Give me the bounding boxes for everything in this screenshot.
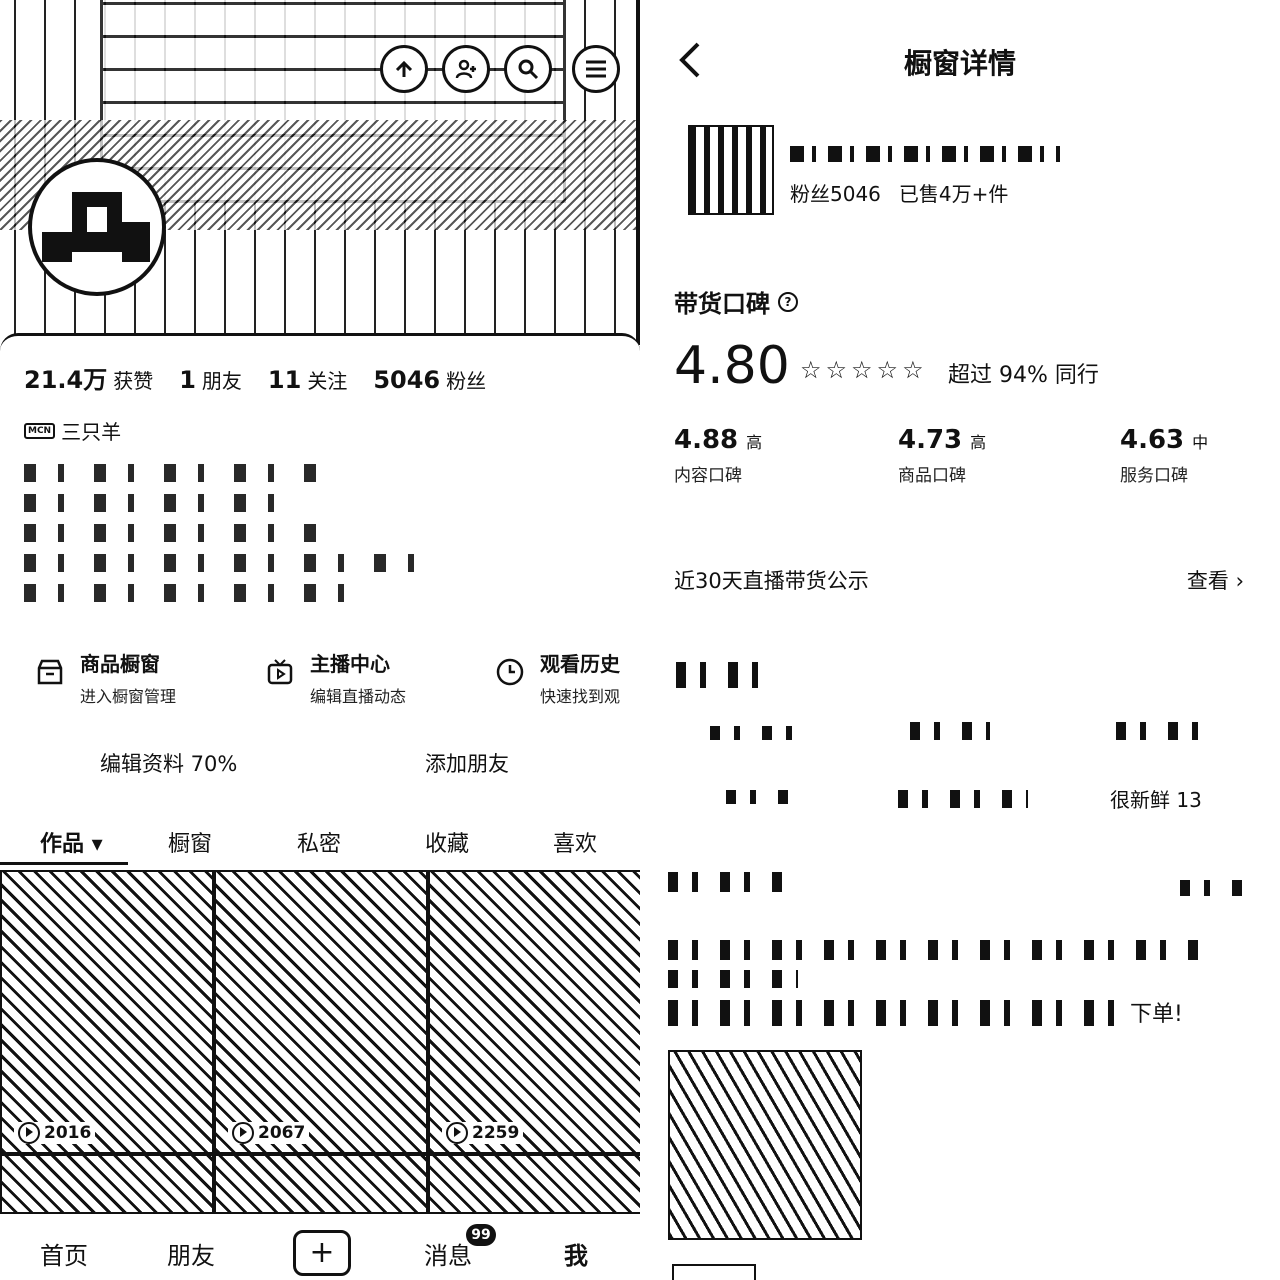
subscore-content: 4.88 高 内容口碑 [674, 425, 763, 486]
review-tag [910, 722, 990, 740]
page-title: 橱窗详情 [903, 47, 1016, 80]
video-tile[interactable] [428, 1154, 640, 1218]
video-tile[interactable] [0, 1154, 214, 1218]
review-text-line [668, 940, 1198, 960]
search-icon[interactable] [504, 45, 552, 93]
reputation-score: 4.80 [674, 336, 790, 396]
create-button[interactable]: + [293, 1230, 351, 1276]
message-badge: 99 [466, 1224, 496, 1246]
review-section-heading [676, 662, 760, 688]
shop-avatar[interactable] [688, 125, 774, 215]
star-icon: ☆ [800, 356, 822, 384]
beat-peers-text: 超过 94% 同行 [948, 363, 1099, 388]
next-review-avatar [672, 1264, 756, 1280]
plus-icon: + [309, 1235, 335, 1270]
review-tag [898, 790, 1028, 808]
video-tile[interactable]: 2016 [0, 870, 214, 1154]
video-tile[interactable]: 2067 [214, 870, 428, 1154]
play-count: 2016 [14, 1122, 96, 1144]
tab-works[interactable]: 作品 ▾ [40, 826, 103, 858]
shortcut-watch-history[interactable]: 观看历史 快速找到观 [494, 648, 640, 707]
video-tile[interactable] [214, 1154, 428, 1218]
tab-likes[interactable]: 喜欢 [553, 826, 597, 858]
help-icon[interactable]: ? [778, 291, 798, 312]
mcn-name: 三只羊 [61, 420, 122, 444]
reputation-title: 带货口碑 ? [674, 284, 798, 319]
review-date [1180, 880, 1256, 896]
play-icon [18, 1122, 40, 1144]
nav-me[interactable]: 我 [564, 1236, 588, 1271]
review-tag-fresh[interactable]: 很新鲜 13 [1110, 784, 1202, 813]
showcase-detail-pane: 橱窗详情 粉丝5046 已售4万+件 带货口碑 ? 4.80 ☆ ☆ ☆ ☆ ☆ 超过 9… [640, 0, 1280, 1280]
stat-likes[interactable]: 21.4万 获赞 [24, 360, 153, 395]
star-icon: ☆ [902, 356, 924, 384]
edit-profile-button[interactable]: 编辑资料 70% [100, 748, 237, 778]
review-tag [726, 790, 788, 804]
stat-following[interactable]: 11 关注 [268, 365, 347, 394]
star-rating: ☆ ☆ ☆ ☆ ☆ [800, 356, 924, 384]
shop-sold: 已售4万+件 [898, 182, 1009, 206]
play-icon [232, 1122, 254, 1144]
profile-stats: 21.4万 获赞 1 朋友 11 关注 5046 粉丝 [24, 360, 486, 395]
video-grid: 2016 2067 2259 [0, 870, 640, 1218]
content-tabs: 作品 ▾ 橱窗 私密 收藏 喜欢 [0, 826, 640, 866]
play-icon [446, 1122, 468, 1144]
profile-pane: 21.4万 获赞 1 朋友 11 关注 5046 粉丝 MCN 三只羊 商品橱窗 进入橱窗… [0, 0, 640, 1280]
review-photo[interactable] [668, 1050, 862, 1240]
reviewer-name [668, 872, 788, 892]
mcn-row[interactable]: MCN 三只羊 [24, 416, 121, 445]
clock-icon [496, 658, 524, 686]
avatar[interactable] [28, 158, 166, 296]
review-text-line [668, 970, 798, 988]
subscore-product: 4.73 高 商品口碑 [898, 425, 987, 486]
share-icon[interactable] [380, 45, 428, 93]
nav-messages[interactable]: 消息 [424, 1236, 472, 1271]
play-count: 2259 [442, 1122, 524, 1144]
stat-followers[interactable]: 5046 粉丝 [373, 365, 486, 394]
view-link[interactable]: 查看 › [1187, 565, 1244, 595]
shortcut-anchor-center[interactable]: 主播中心 编辑直播动态 [264, 648, 494, 707]
nav-friends[interactable]: 朋友 [167, 1236, 215, 1271]
subscore-service: 4.63 中 服务口碑 [1120, 425, 1209, 486]
live-sales-title: 近30天直播带货公示 [674, 569, 869, 593]
live-sales-row[interactable]: 近30天直播带货公示 查看 › [674, 565, 1244, 595]
menu-icon[interactable] [572, 45, 620, 93]
storefront-icon [37, 659, 63, 685]
stat-friends[interactable]: 1 朋友 [179, 365, 242, 394]
play-count: 2067 [228, 1122, 310, 1144]
bottom-nav: 首页 朋友 + 消息 99 我 [0, 1212, 640, 1280]
review-tag [1116, 722, 1206, 740]
review-tag [710, 726, 800, 740]
tab-favorites[interactable]: 收藏 [425, 826, 469, 858]
tab-underline [0, 862, 128, 865]
mcn-badge: MCN [24, 422, 56, 439]
tab-private[interactable]: 私密 [297, 826, 341, 858]
shortcut-storefront[interactable]: 商品橱窗 进入橱窗管理 [34, 648, 264, 707]
shop-name [790, 146, 1060, 162]
shop-meta: 粉丝5046 已售4万+件 [790, 178, 1008, 207]
review-text-tail: 下单! [1130, 1002, 1183, 1027]
chevron-right-icon: › [1235, 569, 1244, 593]
add-friend-icon[interactable] [442, 45, 490, 93]
tab-showcase[interactable]: 橱窗 [168, 826, 212, 858]
shop-fans: 粉丝5046 [790, 182, 881, 206]
star-icon: ☆ [876, 356, 899, 384]
star-icon: ☆ [851, 356, 873, 384]
add-friend-button[interactable]: 添加朋友 [425, 748, 509, 778]
review-text-line [668, 1000, 1128, 1026]
bio-text [24, 464, 464, 614]
video-tile[interactable]: 2259 [428, 870, 640, 1154]
tv-icon [267, 659, 293, 685]
nav-home[interactable]: 首页 [40, 1236, 88, 1271]
shortcut-row: 商品橱窗 进入橱窗管理 主播中心 编辑直播动态 观看历史 快速找到观 [34, 648, 640, 707]
star-icon: ☆ [825, 356, 848, 384]
profile-card: 21.4万 获赞 1 朋友 11 关注 5046 粉丝 MCN 三只羊 商品橱窗 进入橱窗… [0, 333, 640, 865]
cover-image [0, 0, 640, 345]
